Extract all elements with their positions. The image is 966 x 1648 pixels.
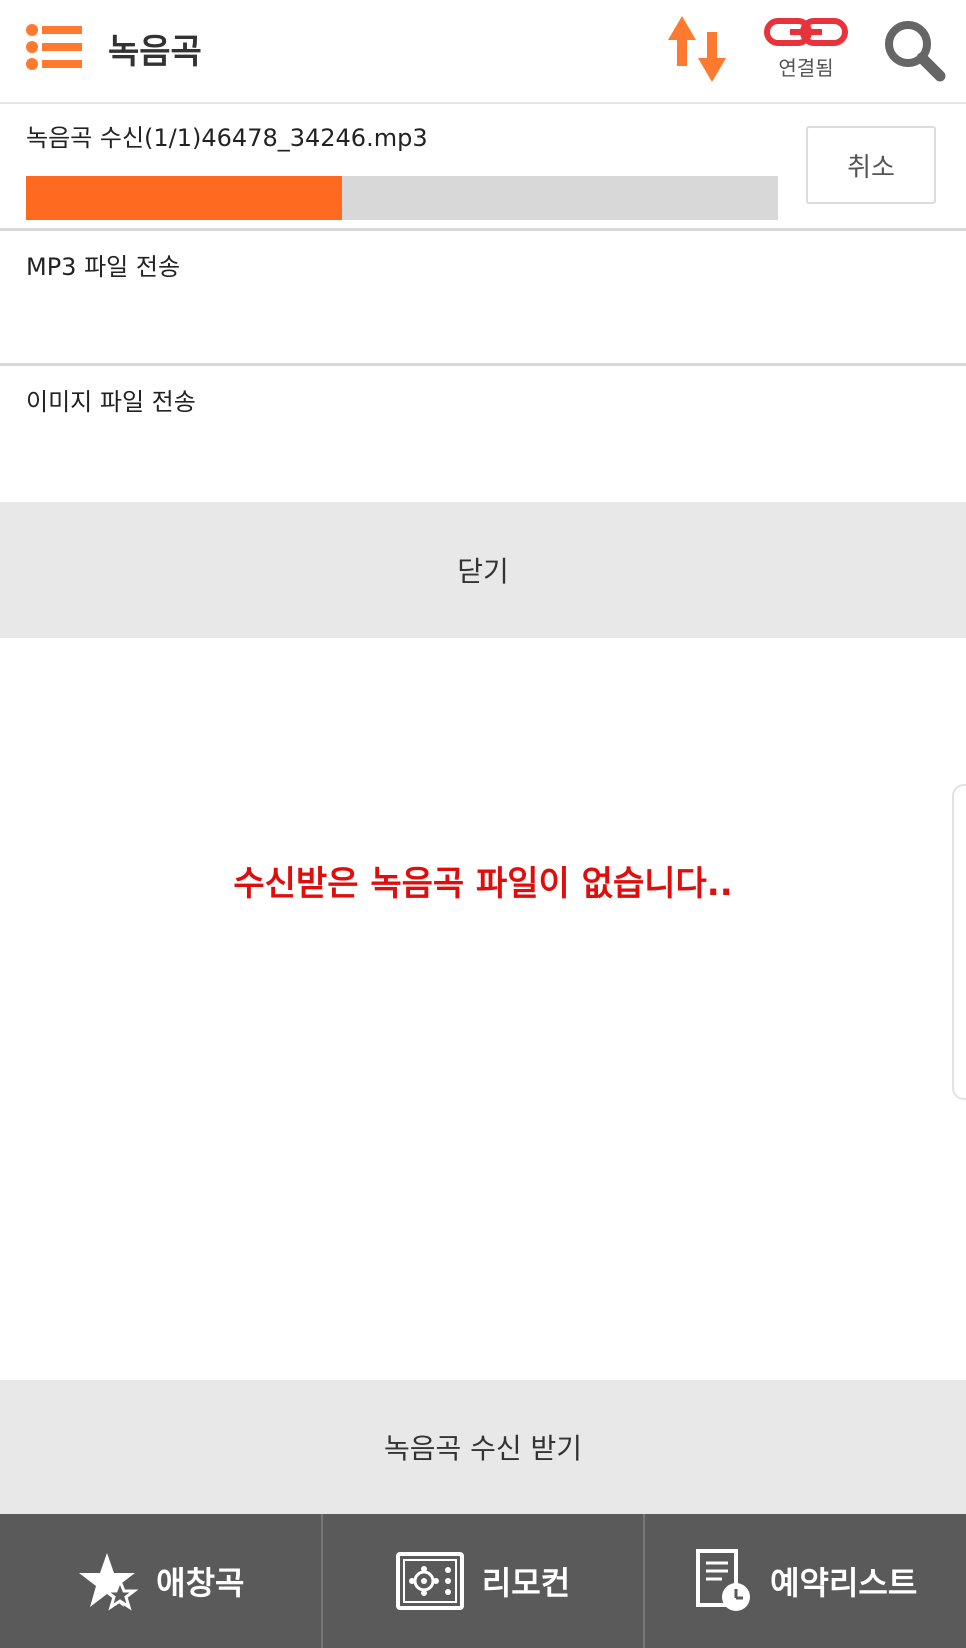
edge-panel-handle[interactable]: [952, 784, 966, 1100]
empty-state-message: 수신받은 녹음곡 파일이 없습니다..: [233, 864, 733, 904]
receive-progress-bar: [26, 176, 778, 220]
nav-remote[interactable]: 리모컨: [320, 1514, 644, 1648]
receive-file-label: 녹음곡 수신(1/1)46478_34246.mp3: [26, 124, 428, 152]
nav-favorites[interactable]: 애창곡: [0, 1514, 321, 1648]
mp3-transfer-label: MP3 파일 전송: [26, 253, 181, 281]
remote-icon: [395, 1552, 464, 1610]
sync-arrows-icon[interactable]: [668, 16, 726, 82]
bottom-nav: 애창곡 리모컨 예약리스트: [0, 1514, 966, 1648]
search-icon[interactable]: [882, 18, 946, 82]
receive-progress-fill: [26, 176, 342, 220]
recordings-list-area: 수신받은 녹음곡 파일이 없습니다..: [0, 638, 966, 1380]
nav-remote-label: 리모컨: [481, 1564, 571, 1602]
menu-list-icon[interactable]: [26, 24, 82, 70]
nav-reservations[interactable]: 예약리스트: [643, 1514, 966, 1648]
cancel-button[interactable]: 취소: [806, 126, 936, 204]
image-transfer-row[interactable]: 이미지 파일 전송: [0, 366, 966, 502]
app-header: 녹음곡 연결됨: [0, 0, 966, 104]
connection-status[interactable]: 연결됨: [760, 18, 852, 82]
nav-favorites-label: 애창곡: [156, 1564, 245, 1602]
star-icon: [79, 1553, 139, 1611]
mp3-transfer-row[interactable]: MP3 파일 전송: [0, 231, 966, 366]
image-transfer-label: 이미지 파일 전송: [26, 388, 196, 416]
reservation-list-icon: [696, 1549, 751, 1611]
close-button[interactable]: 닫기: [0, 502, 966, 638]
connection-label: 연결됨: [778, 56, 834, 80]
nav-reservations-label: 예약리스트: [770, 1564, 918, 1602]
page-title: 녹음곡: [108, 32, 202, 72]
receive-recordings-button[interactable]: 녹음곡 수신 받기: [0, 1380, 966, 1514]
receive-progress-row: 녹음곡 수신(1/1)46478_34246.mp3 취소: [0, 104, 966, 231]
link-icon: [764, 18, 848, 46]
